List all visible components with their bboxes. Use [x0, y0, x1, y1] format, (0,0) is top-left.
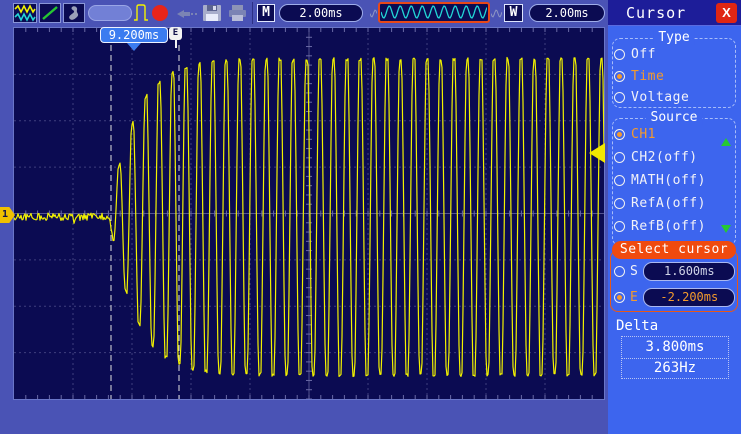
main-timebase-readout: 2.00ms	[279, 4, 363, 22]
radio-source-refa[interactable]: RefA(off)	[614, 193, 706, 213]
radio-label: RefA(off)	[631, 196, 706, 211]
cursor-menu-panel: Cursor X Type Off Time Voltage Source CH…	[608, 0, 741, 434]
cursor-e-row[interactable]: E -2.200ms	[614, 287, 735, 307]
top-toolbar: M 2.00ms W 2.00ms	[0, 0, 608, 26]
radio-label: MATH(off)	[631, 173, 706, 188]
radio-icon	[614, 129, 625, 140]
main-timebase-badge: M	[257, 4, 275, 22]
radio-label: Off	[631, 47, 656, 62]
print-icon[interactable]	[227, 4, 248, 26]
delta-time-readout: 3.800ms	[621, 336, 729, 359]
radio-icon	[614, 71, 625, 82]
scroll-down-icon[interactable]	[721, 225, 731, 233]
select-cursor-button[interactable]: Select cursor	[612, 241, 736, 259]
radio-label: CH1	[631, 127, 656, 142]
pulse-capture-icon[interactable]	[133, 3, 151, 27]
menu-header: Cursor X	[608, 0, 741, 26]
selected-cursor-flag[interactable]: E	[169, 27, 182, 40]
grab-hand-icon[interactable]	[63, 3, 85, 23]
beep-icon[interactable]	[176, 6, 198, 25]
radio-type-off[interactable]: Off	[614, 44, 656, 64]
radio-source-ch2[interactable]: CH2(off)	[614, 147, 698, 167]
horizontal-delay-readout[interactable]: 9.200ms	[100, 27, 168, 43]
waveform-display-area	[13, 27, 605, 400]
diagonal-line-icon[interactable]	[39, 3, 61, 23]
cursor-e-value: -2.200ms	[643, 288, 735, 307]
radio-source-ch1[interactable]: CH1	[614, 124, 656, 144]
cursor-e-label: E	[630, 290, 638, 305]
radio-label: Time	[631, 69, 664, 84]
radio-type-voltage[interactable]: Voltage	[614, 87, 689, 107]
channels-display-icon[interactable]	[13, 3, 37, 23]
radio-label: RefB(off)	[631, 219, 706, 234]
radio-icon	[614, 152, 625, 163]
radio-icon	[614, 92, 625, 103]
radio-icon	[614, 175, 625, 186]
radio-icon	[614, 292, 625, 303]
radio-source-refb[interactable]: RefB(off)	[614, 216, 706, 236]
trigger-level-marker[interactable]	[589, 143, 605, 163]
radio-icon	[614, 49, 625, 60]
zoom-window-preview[interactable]	[378, 2, 490, 23]
save-icon[interactable]	[202, 4, 222, 26]
menu-title: Cursor	[626, 4, 686, 22]
radio-label: CH2(off)	[631, 150, 698, 165]
delta-label: Delta	[616, 318, 658, 334]
empty-readout	[88, 5, 132, 21]
record-wave-left	[370, 8, 377, 19]
cursor-flag-stem	[175, 40, 177, 48]
cursor-s-row[interactable]: S 1.600ms	[614, 261, 735, 281]
record-icon[interactable]	[152, 5, 168, 21]
radio-type-time[interactable]: Time	[614, 66, 664, 86]
bottom-status-bar: DC 20 10.0mV CH1 16.0mV 0.00000Hz	[0, 400, 608, 434]
source-section-legend: Source	[646, 110, 703, 125]
scroll-up-icon[interactable]	[721, 138, 731, 146]
close-icon[interactable]: X	[716, 3, 737, 23]
type-section-legend: Type	[653, 30, 694, 45]
radio-icon	[614, 221, 625, 232]
window-timebase-readout: 2.00ms	[529, 4, 605, 22]
cursor-s-label: S	[630, 264, 638, 279]
radio-icon	[614, 198, 625, 209]
horizontal-position-marker[interactable]	[127, 43, 141, 51]
cursor-s-value: 1.600ms	[643, 262, 735, 281]
radio-source-math[interactable]: MATH(off)	[614, 170, 706, 190]
oscilloscope-screen: M 2.00ms W 2.00ms 9.200ms E 1 DC 20	[0, 0, 741, 434]
radio-icon	[614, 266, 625, 277]
toolbar-divider	[252, 2, 253, 24]
delta-frequency-readout: 263Hz	[621, 358, 729, 379]
window-timebase-badge: W	[504, 4, 523, 22]
radio-label: Voltage	[631, 90, 689, 105]
record-wave-right	[491, 8, 502, 19]
